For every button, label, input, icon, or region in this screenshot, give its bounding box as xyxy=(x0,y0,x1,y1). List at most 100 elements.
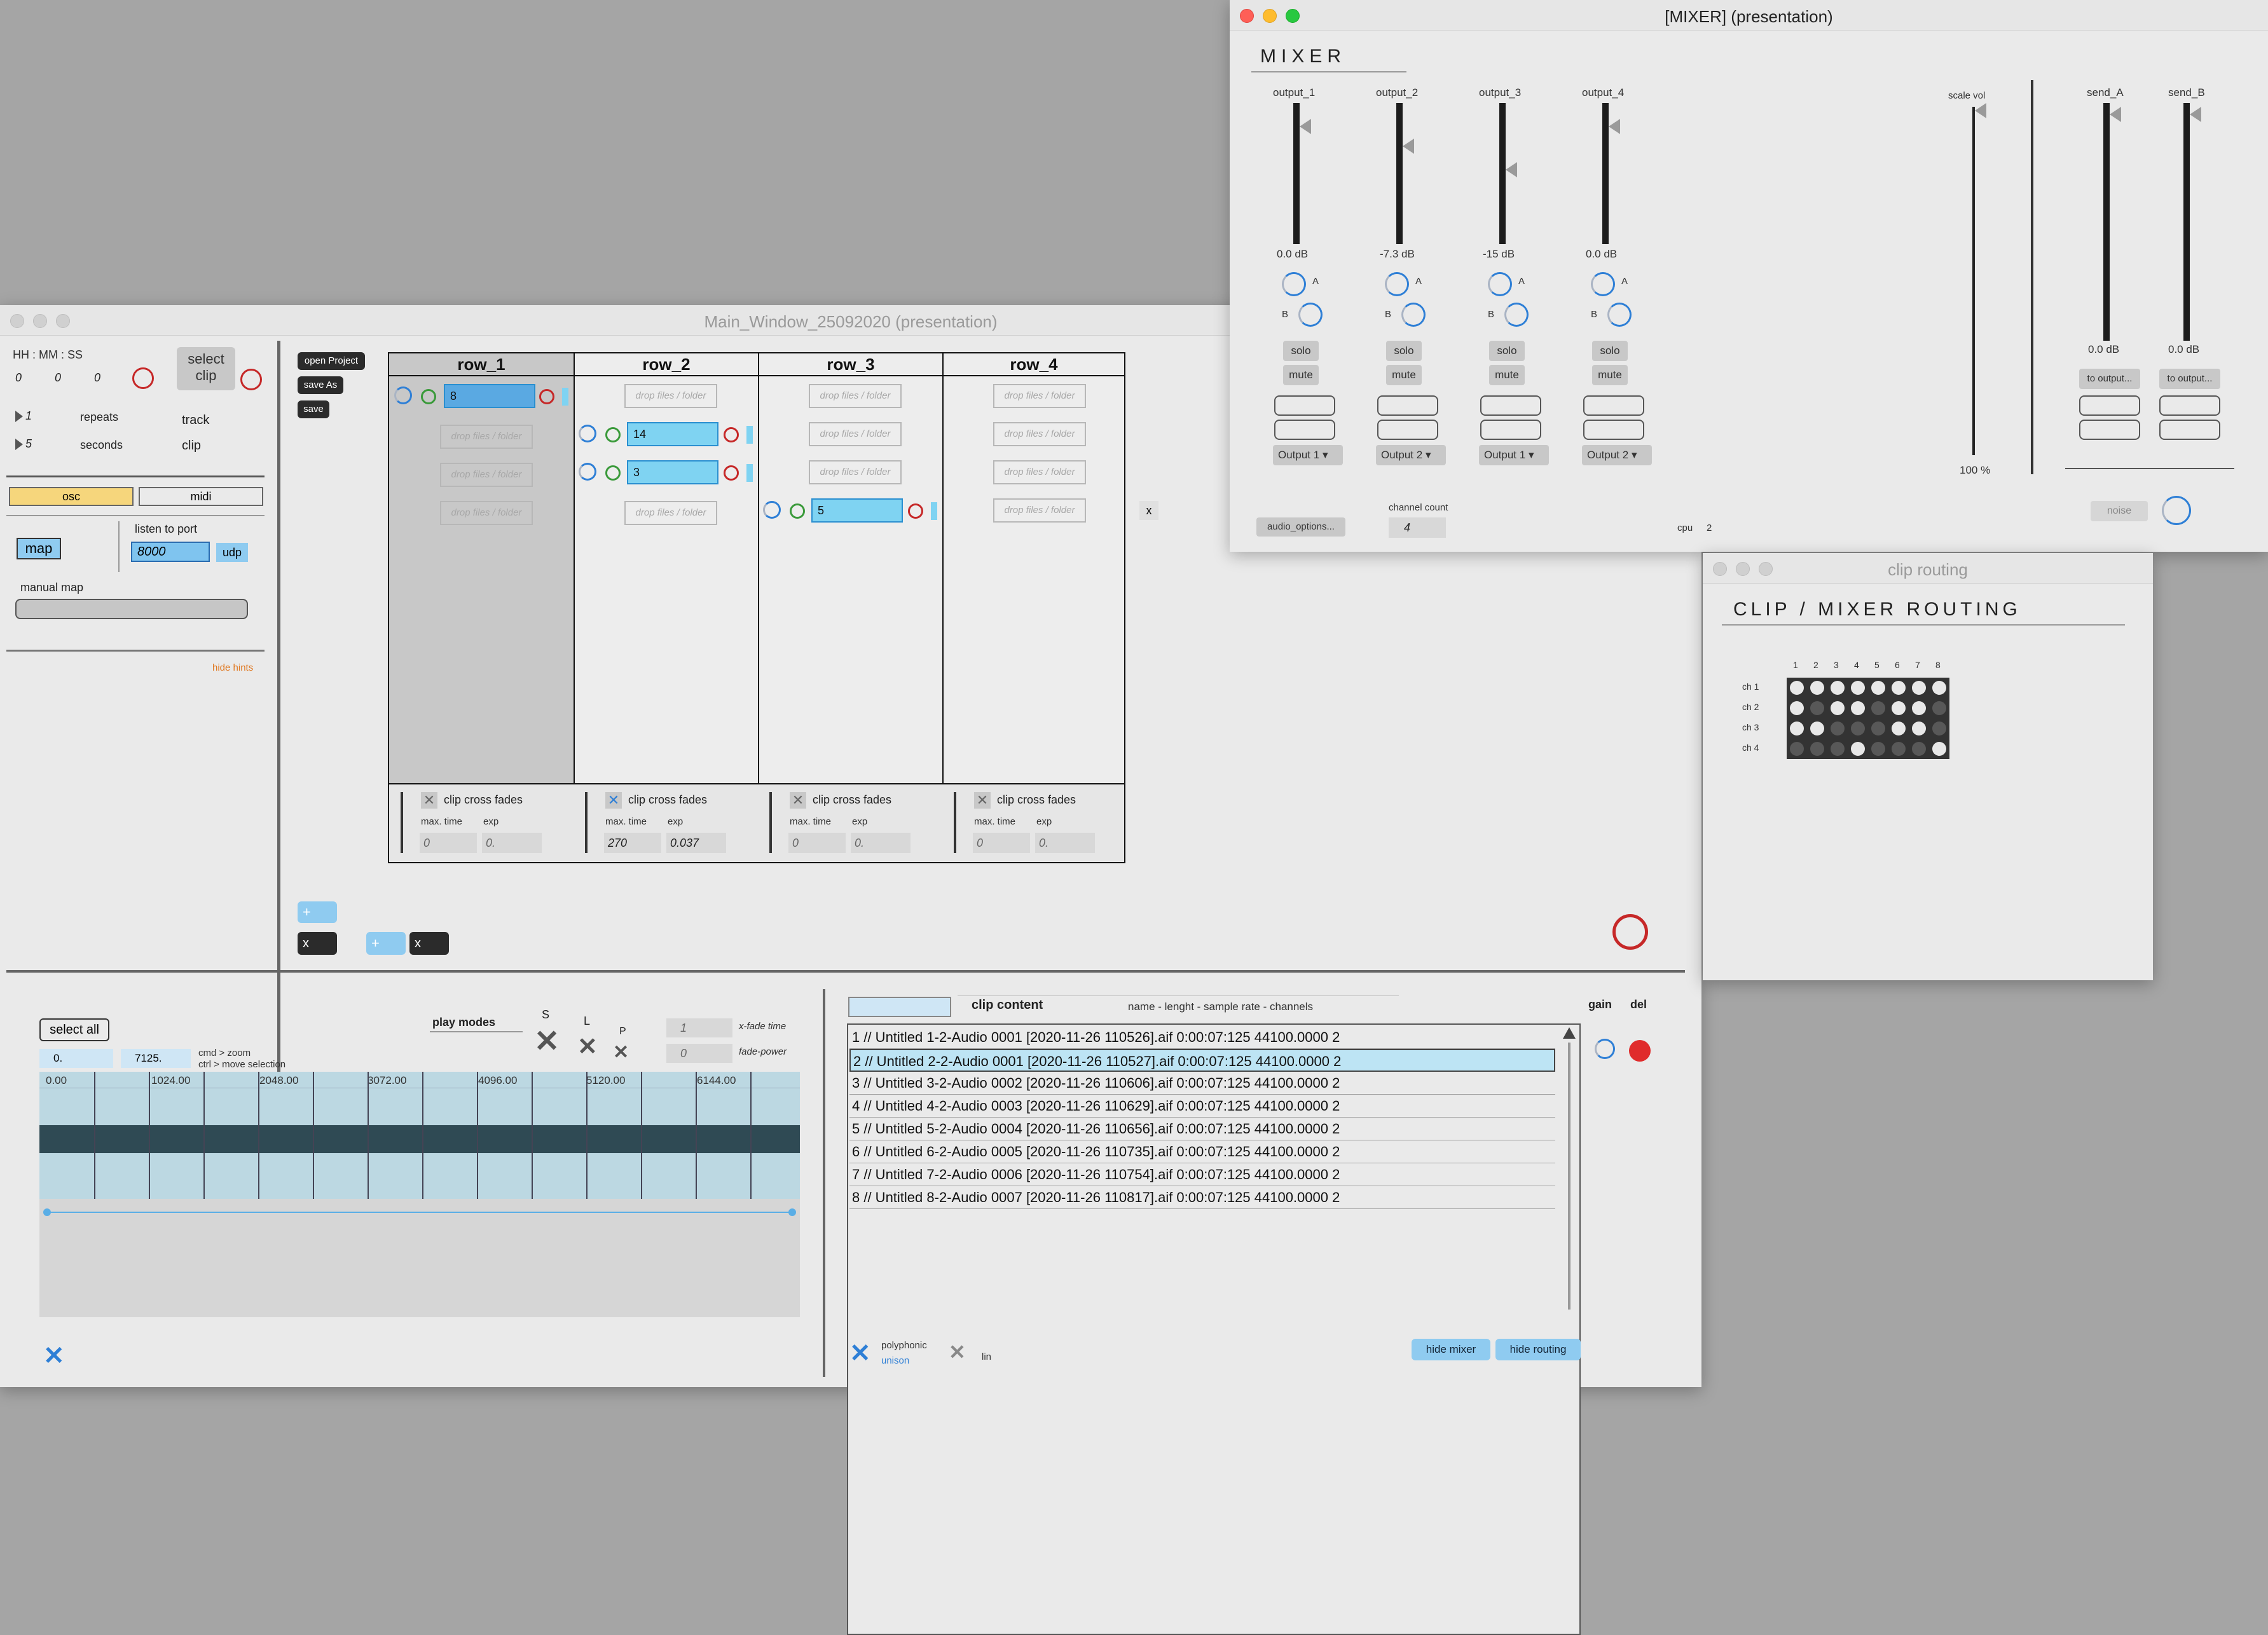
row-2-exp-field[interactable]: 0.037 xyxy=(666,833,726,853)
lin-toggle-icon[interactable]: ✕ xyxy=(949,1340,966,1364)
time-hours[interactable]: 0 xyxy=(15,371,22,385)
scale-vol-fader[interactable] xyxy=(1972,107,1975,455)
close-grid-button[interactable]: x xyxy=(1139,501,1158,520)
scale-vol-thumb[interactable] xyxy=(1975,103,1986,118)
channel-slot-1[interactable] xyxy=(1274,395,1335,416)
routing-cell[interactable] xyxy=(1810,722,1824,735)
routing-cell[interactable] xyxy=(1831,701,1845,715)
add-slot-button[interactable]: + xyxy=(366,932,406,955)
clip-list-item[interactable]: 6 // Untitled 6-2-Audio 0005 [2020-11-26… xyxy=(849,1140,1555,1163)
routing-cell[interactable] xyxy=(1790,681,1804,695)
row-3-max-time-field[interactable]: 0 xyxy=(788,833,846,853)
row-2-slot-1-drop[interactable]: drop files / folder xyxy=(624,384,717,408)
audio-options-button[interactable]: audio_options... xyxy=(1256,517,1345,537)
row-3-crossfade-checkbox[interactable]: ✕ xyxy=(790,792,806,809)
channel-fader[interactable] xyxy=(1602,103,1609,244)
routing-cell[interactable] xyxy=(1871,681,1885,695)
row-4-exp-field[interactable]: 0. xyxy=(1035,833,1095,853)
osc-tab[interactable]: osc xyxy=(9,487,134,506)
range-start-field[interactable]: 0. xyxy=(39,1049,113,1068)
remove-row-button[interactable]: x xyxy=(298,932,337,955)
send-b-output-button[interactable]: to output... xyxy=(2159,369,2220,389)
save-as-button[interactable]: save As xyxy=(298,376,343,394)
routing-cell[interactable] xyxy=(1790,742,1804,756)
hide-routing-button[interactable]: hide routing xyxy=(1495,1339,1581,1360)
routing-cell[interactable] xyxy=(1912,701,1926,715)
row-4-crossfade-checkbox[interactable]: ✕ xyxy=(974,792,991,809)
output-route-dropdown[interactable]: Output 1 ▾ xyxy=(1479,445,1549,465)
clip-content-tab[interactable] xyxy=(848,997,951,1017)
row-2-slot-3-stop-ring[interactable] xyxy=(724,465,739,481)
send-b-thumb[interactable] xyxy=(2190,107,2201,122)
row-4-slot-4-drop[interactable]: drop files / folder xyxy=(993,498,1086,523)
row-3-slot-4-knob-icon[interactable] xyxy=(763,501,781,519)
fade-power-field[interactable]: 0 xyxy=(666,1044,732,1063)
row-3-exp-field[interactable]: 0. xyxy=(851,833,911,853)
channel-knob-a-icon[interactable] xyxy=(1282,272,1306,296)
row-2-slot-3-clip[interactable]: 3 xyxy=(627,460,718,484)
row-1-slot-1-knob-icon[interactable] xyxy=(394,387,412,404)
routing-matrix[interactable]: 1 2 3 4 5 6 7 8 ch 1 ch 2 ch 3 ch 4 xyxy=(1715,642,1949,769)
row-2-crossfade-checkbox[interactable]: ✕ xyxy=(605,792,622,809)
channel-slot-2[interactable] xyxy=(1274,420,1335,440)
row-4-slot-1-drop[interactable]: drop files / folder xyxy=(993,384,1086,408)
row-2-scroll-arrows-icon[interactable] xyxy=(585,792,588,853)
channel-count-field[interactable]: 4 xyxy=(1389,517,1446,538)
send-a-output-button[interactable]: to output... xyxy=(2079,369,2140,389)
row-1-slot-1-stop-ring[interactable] xyxy=(539,389,554,404)
routing-cell[interactable] xyxy=(1810,742,1824,756)
routing-cell[interactable] xyxy=(1790,701,1804,715)
channel-fader[interactable] xyxy=(1499,103,1506,244)
routing-cell[interactable] xyxy=(1912,681,1926,695)
map-button[interactable]: map xyxy=(17,538,61,559)
routing-cell[interactable] xyxy=(1871,722,1885,735)
waveform-close-icon[interactable]: ✕ xyxy=(43,1341,65,1371)
send-b-fader[interactable] xyxy=(2183,103,2190,341)
row-3-slot-3-drop[interactable]: drop files / folder xyxy=(809,460,902,484)
routing-cell[interactable] xyxy=(1810,701,1824,715)
solo-button[interactable]: solo xyxy=(1283,341,1319,361)
clip-list-item[interactable]: 1 // Untitled 1-2-Audio 0001 [2020-11-26… xyxy=(849,1026,1555,1049)
routing-cell[interactable] xyxy=(1892,722,1906,735)
row-3-slot-4-clip[interactable]: 5 xyxy=(811,498,903,523)
row-2-slot-2-knob-icon[interactable] xyxy=(579,425,596,442)
routing-cell[interactable] xyxy=(1932,681,1946,695)
clip-list-item[interactable]: 7 // Untitled 7-2-Audio 0006 [2020-11-26… xyxy=(849,1163,1555,1186)
send-a-fader[interactable] xyxy=(2103,103,2110,341)
routing-cell[interactable] xyxy=(1912,722,1926,735)
channel-fader-thumb[interactable] xyxy=(1403,139,1414,154)
routing-cell[interactable] xyxy=(1892,701,1906,715)
port-input[interactable]: 8000 xyxy=(131,542,210,562)
mute-button[interactable]: mute xyxy=(1592,365,1628,385)
routing-cell[interactable] xyxy=(1892,742,1906,756)
row-2-slot-3-knob-icon[interactable] xyxy=(579,463,596,481)
range-end-field[interactable]: 7125. xyxy=(121,1049,191,1068)
channel-slot-1[interactable] xyxy=(1377,395,1438,416)
solo-button[interactable]: solo xyxy=(1592,341,1628,361)
midi-tab[interactable]: midi xyxy=(139,487,263,506)
envelope-view[interactable] xyxy=(39,1199,800,1317)
channel-knob-a-icon[interactable] xyxy=(1385,272,1409,296)
mode-l-toggle-icon[interactable]: ✕ xyxy=(577,1032,598,1061)
solo-button[interactable]: solo xyxy=(1489,341,1525,361)
output-route-dropdown[interactable]: Output 2 ▾ xyxy=(1582,445,1652,465)
envelope-end-point[interactable] xyxy=(788,1208,796,1216)
row-3-slot-4-play-ring[interactable] xyxy=(790,503,805,519)
row-4-scroll-arrows-icon[interactable] xyxy=(954,792,956,853)
clip-list-item[interactable]: 4 // Untitled 4-2-Audio 0003 [2020-11-26… xyxy=(849,1095,1555,1118)
row-1-slot-2-drop[interactable]: drop files / folder xyxy=(440,425,533,449)
row-4-slot-3-drop[interactable]: drop files / folder xyxy=(993,460,1086,484)
routing-cell[interactable] xyxy=(1831,681,1845,695)
routing-cell[interactable] xyxy=(1851,681,1865,695)
remove-slot-button[interactable]: x xyxy=(409,932,449,955)
row-4-slot-2-drop[interactable]: drop files / folder xyxy=(993,422,1086,446)
routing-cell[interactable] xyxy=(1871,742,1885,756)
row-2-slot-2-play-ring[interactable] xyxy=(605,427,621,442)
clip-list-item[interactable]: 2 // Untitled 2-2-Audio 0001 [2020-11-26… xyxy=(849,1049,1555,1072)
time-minutes[interactable]: 0 xyxy=(55,371,61,385)
select-clip-ring[interactable] xyxy=(240,369,262,390)
gain-knob[interactable] xyxy=(1595,1039,1615,1059)
routing-cell[interactable] xyxy=(1851,742,1865,756)
mode-s-toggle-icon[interactable]: ✕ xyxy=(534,1023,560,1059)
routing-cell[interactable] xyxy=(1851,722,1865,735)
